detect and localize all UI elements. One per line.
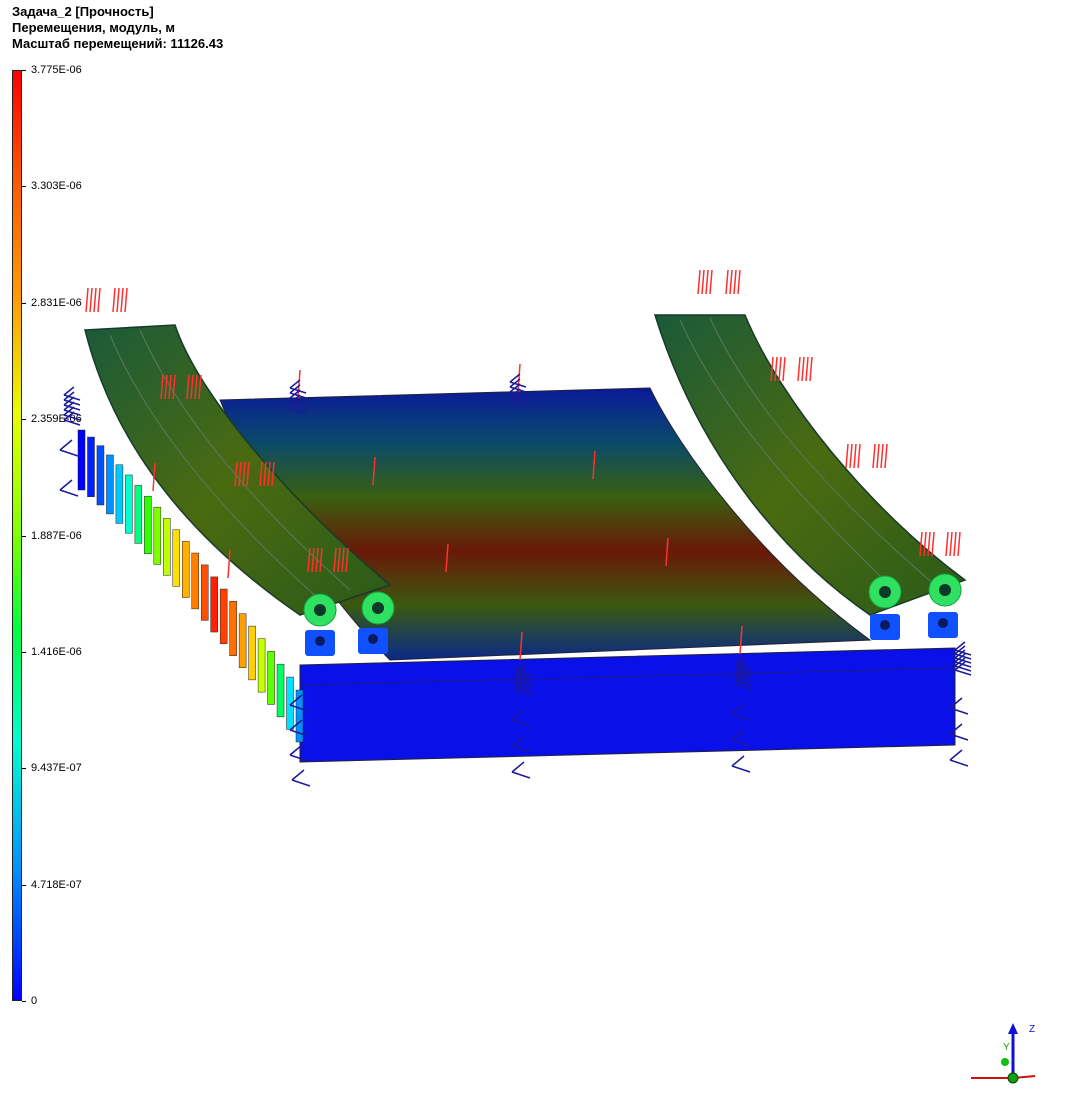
model-viewport[interactable]: [0, 0, 1065, 1104]
fin-strip: [87, 436, 95, 497]
fin-strip: [77, 429, 86, 491]
y-axis-label: Y: [1003, 1042, 1010, 1053]
z-axis-label: Z: [1029, 1024, 1035, 1035]
load-arrow: [876, 443, 880, 469]
load-arrow: [931, 531, 935, 557]
fin-strip: [257, 638, 266, 693]
load-arrow: [697, 269, 701, 295]
fin-strip: [267, 651, 275, 705]
load-arrow: [729, 269, 733, 295]
support-symbol: [291, 769, 311, 787]
load-arrow: [853, 443, 857, 469]
load-arrow: [85, 287, 89, 313]
load-arrow: [725, 269, 729, 295]
fin-strip: [210, 576, 218, 633]
fin-strip: [106, 454, 114, 515]
fin-strip: [172, 529, 181, 587]
load-arrow: [709, 269, 713, 295]
load-arrow: [97, 287, 101, 313]
load-arrow: [880, 443, 884, 469]
fin-strip: [153, 506, 162, 565]
load-arrow: [705, 269, 709, 295]
load-arrow: [949, 531, 953, 557]
fin-strip: [219, 588, 228, 645]
fin-strip: [248, 625, 256, 681]
load-arrow: [733, 269, 737, 295]
fin-strip: [200, 564, 209, 621]
load-arrow: [797, 356, 801, 382]
fin-strip: [276, 663, 285, 718]
load-arrow: [120, 287, 124, 313]
load-arrow: [953, 531, 957, 557]
fin-strip: [115, 464, 124, 524]
load-arrow: [872, 443, 876, 469]
load-arrow: [782, 356, 786, 382]
load-arrow: [112, 287, 116, 313]
load-arrow: [737, 269, 741, 295]
load-arrow: [89, 287, 93, 313]
load-arrow: [124, 287, 128, 313]
fin-strip: [191, 552, 199, 610]
fin-strip: [125, 474, 133, 534]
load-arrow: [778, 356, 782, 382]
load-arrow: [805, 356, 809, 382]
fin-strip: [229, 601, 237, 656]
fin-strip: [144, 495, 152, 555]
support-symbol: [949, 749, 969, 767]
load-arrow: [297, 369, 301, 399]
load-arrow: [884, 443, 888, 469]
support-symbol: [59, 439, 79, 457]
load-arrow: [701, 269, 705, 295]
fin-strip: [96, 445, 105, 506]
support-symbol: [59, 479, 79, 497]
load-arrow: [116, 287, 120, 313]
load-arrow: [849, 443, 853, 469]
load-arrow: [945, 531, 949, 557]
load-arrow: [957, 531, 961, 557]
fin-strip: [182, 541, 190, 598]
support-symbol: [511, 761, 531, 779]
fin-strip: [238, 613, 247, 668]
base-front-face[interactable]: [299, 647, 956, 763]
load-arrow: [809, 356, 813, 382]
support-symbol: [731, 755, 751, 773]
fin-strip: [134, 485, 143, 544]
load-arrow: [517, 363, 521, 393]
load-arrow: [845, 443, 849, 469]
load-arrow: [801, 356, 805, 382]
fin-strip: [163, 518, 171, 576]
load-arrow: [857, 443, 861, 469]
load-arrow: [93, 287, 97, 313]
axis-triad: Z Y: [971, 1023, 1035, 1084]
